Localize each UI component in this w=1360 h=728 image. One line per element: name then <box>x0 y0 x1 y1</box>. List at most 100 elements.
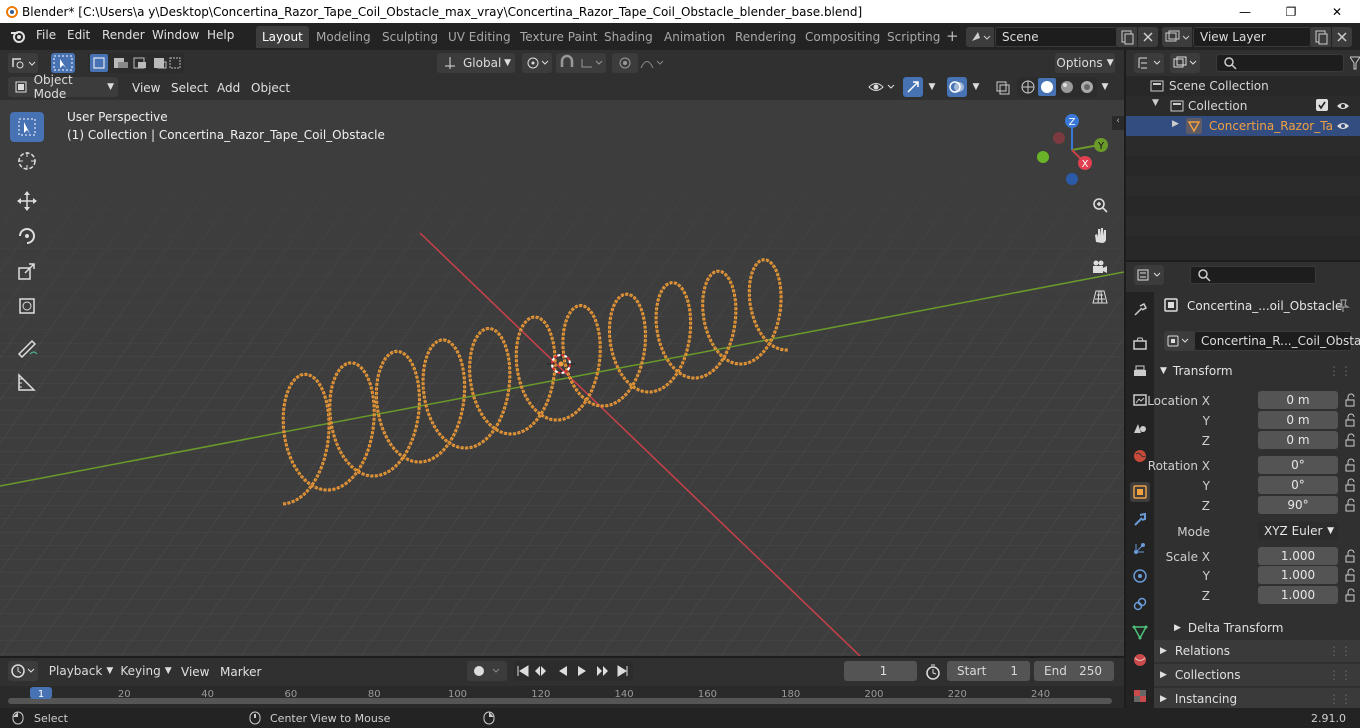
scene-name-field[interactable]: Scene <box>995 27 1117 47</box>
unlock-icon[interactable] <box>1344 413 1356 427</box>
snapping-controls[interactable] <box>556 53 606 73</box>
close-window-button[interactable]: ✕ <box>1314 0 1360 23</box>
transform-panel-header[interactable]: ▼ Transform ⋮⋮ <box>1154 360 1360 382</box>
tab-animation[interactable]: Animation <box>658 26 731 48</box>
overlays-dropdown[interactable]: ▼ <box>967 77 985 97</box>
menu-edit[interactable]: Edit <box>67 28 90 42</box>
tab-modeling[interactable]: Modeling <box>310 26 377 48</box>
expand-arrow-icon[interactable]: ▼ <box>1152 98 1159 108</box>
tool-measure[interactable] <box>10 367 44 397</box>
unlock-icon[interactable] <box>1344 393 1356 407</box>
proportional-editing-toggle[interactable] <box>612 53 638 73</box>
viewport-menu-object[interactable]: Object <box>251 81 290 95</box>
eye-icon[interactable] <box>1336 100 1350 112</box>
relations-header[interactable]: ▶ Relations ⋮⋮ <box>1154 640 1360 662</box>
tool-rotate[interactable] <box>10 221 44 251</box>
tab-scene[interactable] <box>1130 418 1150 438</box>
maximize-button[interactable]: ❐ <box>1268 0 1314 23</box>
menu-help[interactable]: Help <box>207 28 234 42</box>
tool-move[interactable] <box>10 186 44 216</box>
menu-window[interactable]: Window <box>152 28 199 42</box>
scene-browse-button[interactable] <box>966 27 994 47</box>
viewport-menu-view[interactable]: View <box>132 81 160 95</box>
pan-button[interactable] <box>1087 222 1113 248</box>
menu-render[interactable]: Render <box>102 28 145 42</box>
timeline-scrollbar[interactable] <box>8 698 1112 704</box>
overlays-toggle[interactable] <box>947 77 967 97</box>
end-frame-field[interactable]: End 250 <box>1034 661 1114 681</box>
keying-menu[interactable]: Keying ▼ <box>118 661 174 681</box>
object-browse-button[interactable] <box>1164 331 1194 351</box>
remove-view-layer-icon[interactable] <box>1332 27 1352 47</box>
tab-layout[interactable]: Layout <box>256 26 309 48</box>
outliner-search-input[interactable] <box>1216 54 1344 72</box>
new-scene-icon[interactable] <box>1117 27 1137 47</box>
camera-view-button[interactable] <box>1087 254 1113 280</box>
eye-icon[interactable] <box>1336 120 1350 132</box>
tab-output[interactable] <box>1130 362 1150 382</box>
viewport-menu-select[interactable]: Select <box>171 81 208 95</box>
location-y-field[interactable]: 0 m <box>1258 411 1338 429</box>
tool-select-box[interactable] <box>10 112 44 142</box>
shading-dropdown[interactable]: ▼ <box>1097 77 1113 97</box>
display-mode-button[interactable] <box>1170 53 1200 73</box>
viewport-menu-add[interactable]: Add <box>217 81 240 95</box>
projection-toggle-button[interactable] <box>1087 284 1113 310</box>
tab-shading[interactable]: Shading <box>598 26 659 48</box>
outliner-row-collection[interactable]: ▼ Collection <box>1126 96 1360 116</box>
view-layer-browse-button[interactable] <box>1162 27 1192 47</box>
drag-handle-icon[interactable]: ⋮⋮ <box>1328 644 1352 658</box>
rotation-x-field[interactable]: 0° <box>1258 456 1338 474</box>
menu-file[interactable]: File <box>36 28 56 42</box>
tab-scripting[interactable]: Scripting <box>881 26 946 48</box>
selection-mode-group[interactable] <box>88 53 184 73</box>
filter-icon[interactable] <box>1350 56 1360 70</box>
tool-transform[interactable] <box>10 291 44 321</box>
tab-material[interactable] <box>1130 650 1150 670</box>
scale-x-field[interactable]: 1.000 <box>1258 547 1338 565</box>
tab-tool[interactable] <box>1130 300 1150 320</box>
rotation-z-field[interactable]: 90° <box>1258 496 1338 514</box>
auto-keying-toggle[interactable] <box>467 661 507 681</box>
stopwatch-icon[interactable] <box>925 664 941 680</box>
current-frame-field[interactable]: 1 <box>844 661 917 681</box>
rotation-mode-dropdown[interactable]: XYZ Euler ▼ <box>1258 522 1338 540</box>
object-name-field[interactable]: Concertina_R..._Coil_Obstacle <box>1194 331 1360 351</box>
falloff-dropdown[interactable] <box>638 53 668 73</box>
timeline-editor-type-button[interactable] <box>8 661 38 681</box>
outliner-row-scene-collection[interactable]: Scene Collection <box>1126 76 1360 96</box>
select-box-tool-button[interactable] <box>51 53 75 73</box>
zoom-button[interactable] <box>1087 192 1113 218</box>
tab-modifiers[interactable] <box>1130 510 1150 530</box>
tab-texture[interactable] <box>1130 686 1150 706</box>
tab-texture-paint[interactable]: Texture Paint <box>514 26 603 48</box>
timeline-marker-menu[interactable]: Marker <box>220 665 261 679</box>
start-frame-field[interactable]: Start 1 <box>947 661 1030 681</box>
navigation-gizmo[interactable]: Z Y X <box>1028 112 1118 192</box>
unlock-icon[interactable] <box>1344 433 1356 447</box>
unlock-icon[interactable] <box>1344 458 1356 472</box>
tool-annotate[interactable] <box>10 332 44 362</box>
unlock-icon[interactable] <box>1344 478 1356 492</box>
shading-mode-group[interactable] <box>1017 77 1097 97</box>
unlock-icon[interactable] <box>1344 549 1356 563</box>
pin-icon[interactable] <box>1336 298 1350 312</box>
pivot-point-dropdown[interactable] <box>522 53 552 73</box>
tab-compositing[interactable]: Compositing <box>799 26 886 48</box>
options-dropdown[interactable]: Options ▼ <box>1055 53 1115 73</box>
rotation-y-field[interactable]: 0° <box>1258 476 1338 494</box>
scale-y-field[interactable]: 1.000 <box>1258 566 1338 584</box>
location-z-field[interactable]: 0 m <box>1258 431 1338 449</box>
tab-object[interactable] <box>1130 482 1150 502</box>
properties-editor-type-button[interactable] <box>1134 265 1164 285</box>
mode-dropdown[interactable]: Object Mode ▼ <box>8 73 118 101</box>
editor-type-button[interactable] <box>8 53 38 73</box>
outliner-row-object[interactable]: ▶ Concertina_Razor_Ta <box>1126 116 1360 136</box>
view-layer-field[interactable]: View Layer <box>1193 27 1311 47</box>
properties-search-input[interactable] <box>1190 266 1316 284</box>
outliner-editor-type-button[interactable] <box>1134 53 1164 73</box>
tab-physics[interactable] <box>1130 566 1150 586</box>
checkbox-checked-icon[interactable] <box>1316 99 1329 112</box>
timeline-ruler[interactable]: 20 40 60 80 100 120 140 160 180 200 220 240 1 <box>0 686 1124 708</box>
location-x-field[interactable]: 0 m <box>1258 391 1338 409</box>
